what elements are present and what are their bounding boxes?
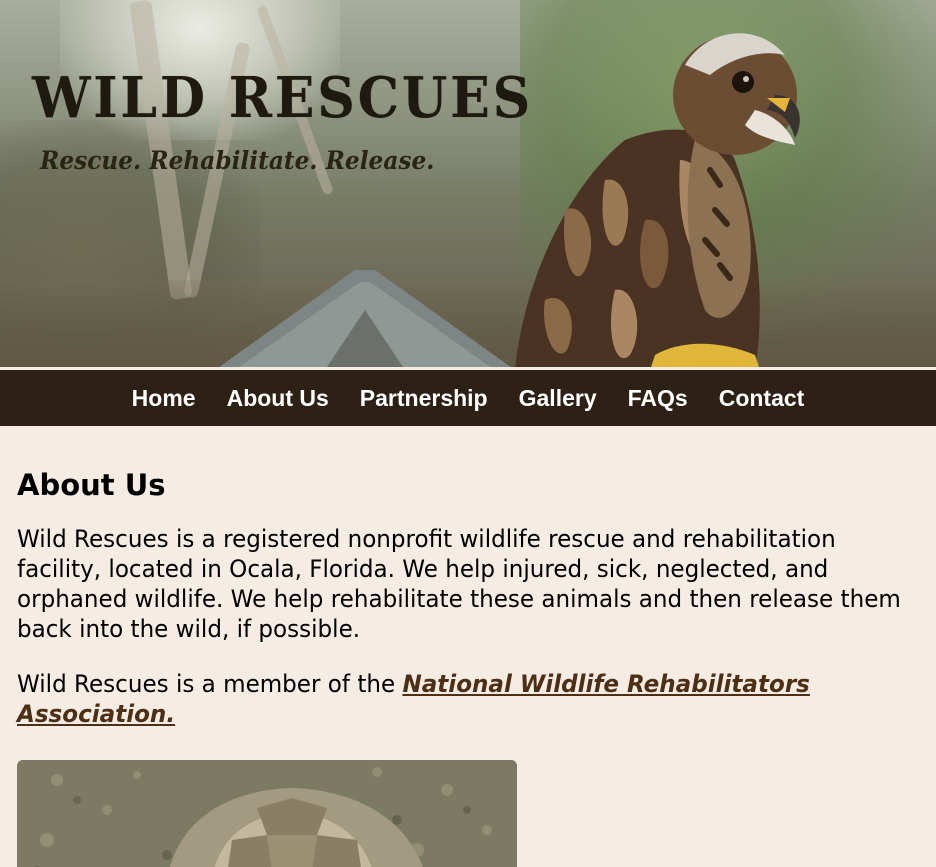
shed-roof-graphic	[219, 270, 511, 367]
nav-item-faqs[interactable]: FAQs	[628, 385, 688, 412]
page-title: About Us	[17, 468, 166, 502]
membership-text: Wild Rescues is a member of the	[17, 669, 403, 698]
header-banner: WILD RESCUES Rescue. Rehabilitate. Relea…	[0, 0, 936, 367]
membership-paragraph: Wild Rescues is a member of the National…	[17, 669, 917, 729]
hawk-photo	[515, 33, 800, 367]
nav-item-about-us[interactable]: About Us	[227, 385, 329, 412]
main-content: About Us Wild Rescues is a registered no…	[17, 468, 917, 729]
main-navigation: Home About Us Partnership Gallery FAQs C…	[0, 370, 936, 426]
nav-item-partnership[interactable]: Partnership	[360, 385, 488, 412]
site-logo-title: WILD RESCUES	[32, 65, 534, 131]
nav-item-contact[interactable]: Contact	[719, 385, 805, 412]
nav-item-gallery[interactable]: Gallery	[519, 385, 597, 412]
site-tagline: Rescue. Rehabilitate. Release.	[40, 146, 435, 175]
nav-item-home[interactable]: Home	[132, 385, 196, 412]
tortoise-graphic	[17, 760, 517, 867]
tortoise-photo	[17, 760, 517, 867]
intro-paragraph: Wild Rescues is a registered nonprofit w…	[17, 524, 901, 643]
